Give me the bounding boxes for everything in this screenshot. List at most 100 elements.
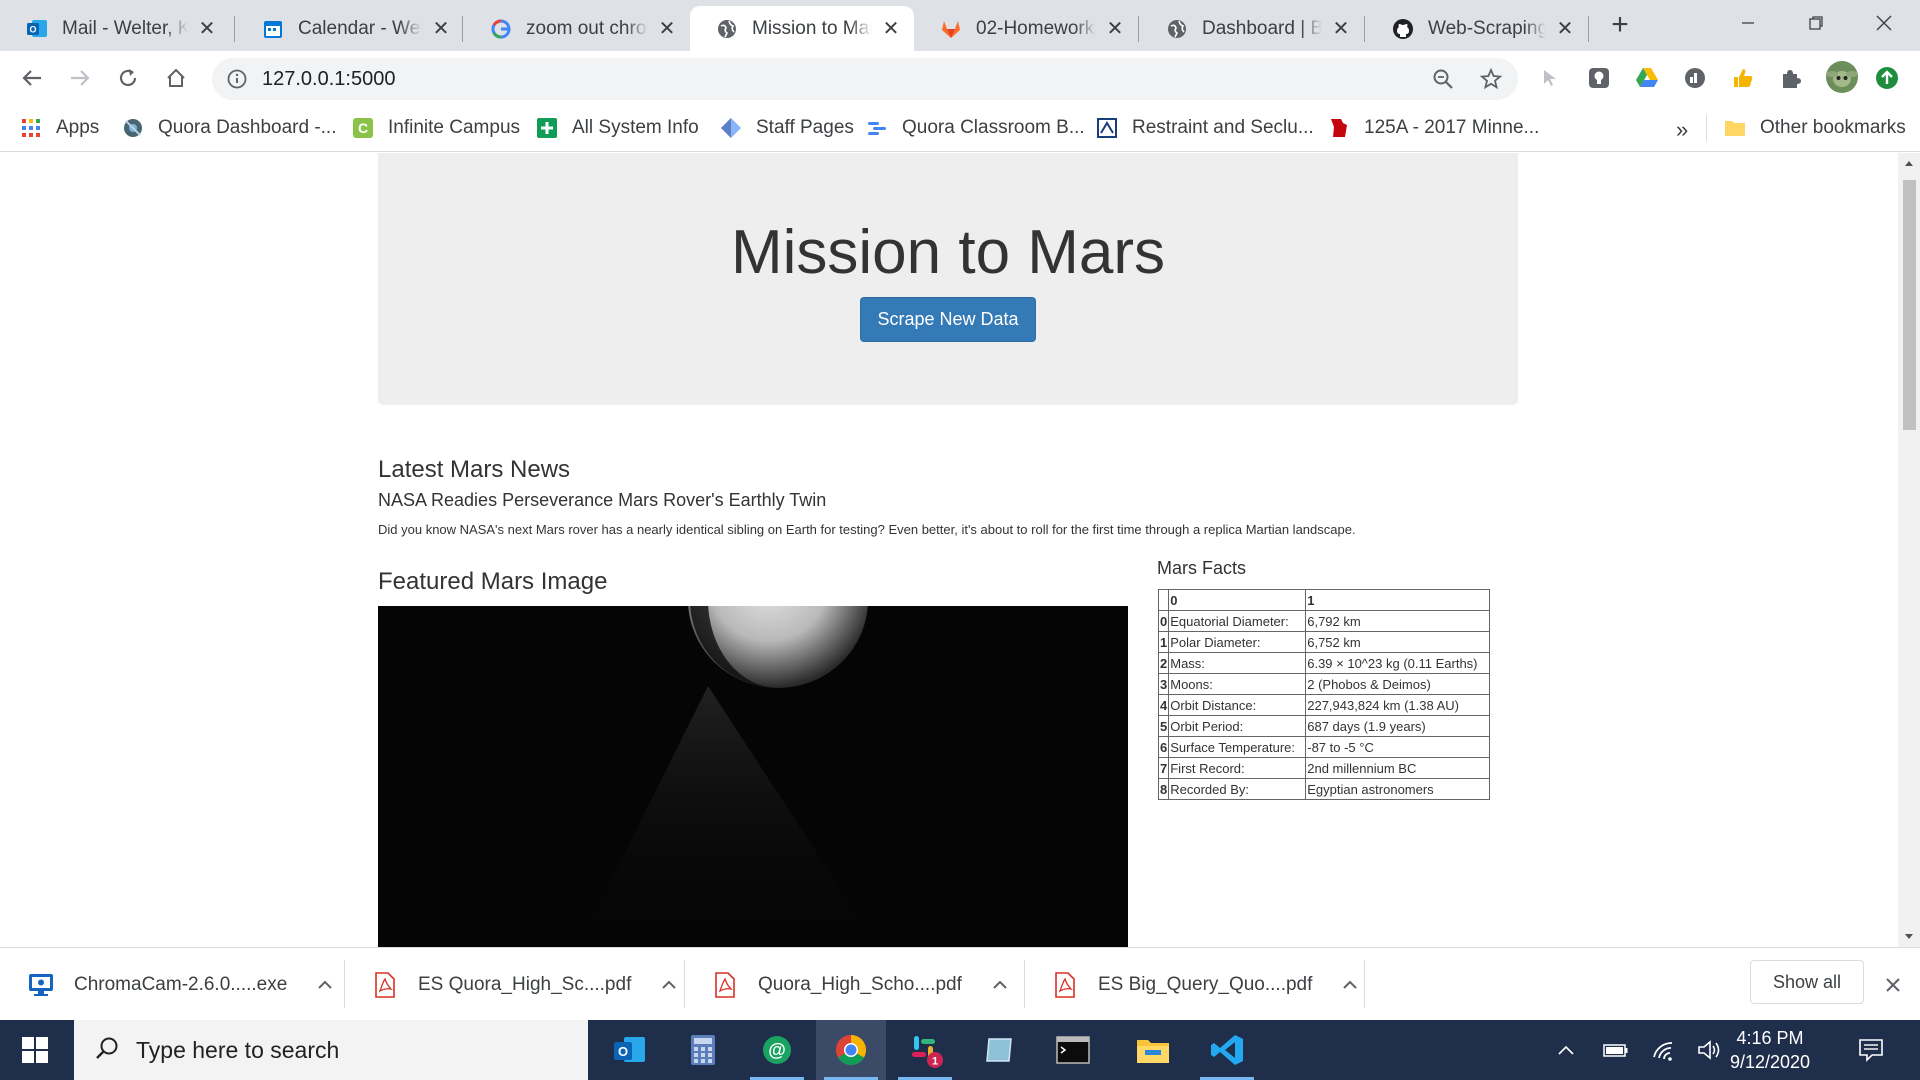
chevron-up-icon[interactable] [315, 975, 335, 995]
update-icon[interactable] [1874, 65, 1900, 91]
row-index: 1 [1157, 631, 1170, 653]
fact-label: Recorded By: [1168, 778, 1307, 800]
vscode-taskbar-icon[interactable] [1192, 1020, 1262, 1080]
slack-taskbar-icon[interactable]: 1 [890, 1020, 960, 1080]
chrome-taskbar-icon[interactable] [816, 1020, 886, 1080]
puzzle-extensions-icon[interactable] [1778, 65, 1804, 91]
email-at-taskbar-icon[interactable]: @ [742, 1020, 812, 1080]
bookmark-label: Staff Pages [756, 117, 854, 138]
restore-icon[interactable] [1796, 8, 1836, 38]
bookmark-staff-pages[interactable]: Staff Pages [720, 114, 854, 142]
scroll-up-icon[interactable] [1898, 153, 1920, 173]
extension-lightbulb-icon[interactable] [1586, 65, 1612, 91]
google-drive-icon[interactable] [1634, 65, 1660, 91]
zoom-icon[interactable] [1430, 66, 1456, 92]
fact-value: 6,752 km [1305, 631, 1491, 653]
tab-mail[interactable]: O Mail - Welter, Ka ✕ [0, 6, 230, 51]
bookmark-all-system-info[interactable]: All System Info [536, 114, 699, 142]
extension-chart-icon[interactable] [1682, 65, 1708, 91]
github-icon [1392, 18, 1414, 40]
divider [344, 960, 345, 1008]
svg-text:C: C [358, 120, 368, 136]
close-icon[interactable]: ✕ [1104, 18, 1126, 40]
download-item[interactable]: Quora_High_Scho....pdf [712, 948, 1010, 1021]
bookmark-minnesota-statutes[interactable]: 125A - 2017 Minne... [1328, 114, 1539, 142]
close-icon[interactable]: ✕ [880, 18, 902, 40]
page-viewport: Mission to Mars Scrape New Data Latest M… [0, 153, 1898, 947]
bookmark-restraint-seclusion[interactable]: Restraint and Seclu... [1096, 114, 1314, 142]
bookmark-other-bookmarks[interactable]: Other bookmarks [1724, 114, 1906, 142]
bookmark-infinite-campus[interactable]: C Infinite Campus [352, 114, 520, 142]
tab-dashboard[interactable]: Dashboard | Bo ✕ [1140, 6, 1364, 51]
address-bar[interactable]: 127.0.0.1:5000 [212, 58, 1518, 100]
fact-value: 2nd millennium BC [1305, 757, 1491, 779]
close-window-icon[interactable] [1864, 8, 1904, 38]
download-filename: ES Big_Query_Quo....pdf [1098, 973, 1313, 995]
svg-text:O: O [618, 1044, 628, 1059]
show-all-downloads-button[interactable]: Show all [1750, 960, 1864, 1004]
action-center-icon[interactable] [1855, 1034, 1887, 1066]
scroll-down-icon[interactable] [1898, 927, 1920, 947]
url-text[interactable]: 127.0.0.1:5000 [262, 68, 395, 91]
tab-gitlab-homework[interactable]: 02-Homework/ ✕ [914, 6, 1138, 51]
tab-mission-to-mars[interactable]: Mission to Mars ✕ [690, 6, 914, 51]
tab-github-web-scraping[interactable]: Web-Scraping- ✕ [1366, 6, 1588, 51]
close-icon[interactable]: ✕ [656, 18, 678, 40]
forward-icon[interactable] [62, 60, 98, 96]
bookmark-label: Quora Classroom B... [902, 117, 1085, 138]
bookmark-label: Quora Dashboard -... [158, 117, 337, 138]
back-icon[interactable] [14, 60, 50, 96]
reload-icon[interactable] [110, 60, 146, 96]
tab-calendar[interactable]: Calendar - Welte ✕ [236, 6, 464, 51]
fact-label: Orbit Distance: [1168, 694, 1307, 716]
tab-google-search[interactable]: zoom out chron ✕ [464, 6, 690, 51]
taskbar-search-input[interactable]: Type here to search [74, 1020, 588, 1080]
download-item[interactable]: ES Quora_High_Sc....pdf [372, 948, 679, 1021]
bookmark-apps[interactable]: Apps [20, 114, 99, 142]
tab-separator [462, 16, 463, 42]
new-tab-button[interactable]: + [1604, 10, 1636, 42]
bookmark-quora-classroom[interactable]: Quora Classroom B... [866, 114, 1085, 142]
minimize-icon[interactable] [1728, 8, 1768, 38]
download-item[interactable]: ES Big_Query_Quo....pdf [1052, 948, 1360, 1021]
battery-icon[interactable] [1602, 1036, 1630, 1064]
table-row: 1 Polar Diameter: 6,752 km [1157, 631, 1491, 653]
chevron-up-icon[interactable] [659, 975, 679, 995]
close-icon[interactable]: ✕ [1554, 18, 1576, 40]
outlook-taskbar-icon[interactable]: O [594, 1020, 664, 1080]
chevron-up-icon[interactable] [1552, 1036, 1580, 1064]
fact-label: Polar Diameter: [1168, 631, 1307, 653]
close-icon[interactable] [1880, 972, 1906, 998]
table-row: 4 Orbit Distance: 227,943,824 km (1.38 AU) [1157, 694, 1491, 716]
bookmark-quora-dashboard[interactable]: Quora Dashboard -... [122, 114, 336, 142]
star-icon[interactable] [1478, 66, 1504, 92]
notes-taskbar-icon[interactable] [964, 1020, 1034, 1080]
download-item[interactable]: ChromaCam-2.6.0.....exe [28, 948, 335, 1021]
scrollbar-thumb[interactable] [1903, 180, 1916, 430]
scrape-new-data-button[interactable]: Scrape New Data [860, 297, 1036, 342]
chevron-up-icon[interactable] [1340, 975, 1360, 995]
wifi-icon[interactable] [1650, 1036, 1678, 1064]
row-index: 2 [1157, 652, 1170, 674]
close-icon[interactable]: ✕ [1330, 18, 1352, 40]
extension-cursor-icon[interactable] [1538, 65, 1564, 91]
info-icon[interactable] [226, 68, 248, 95]
bookmarks-overflow-button[interactable]: » [1676, 117, 1688, 143]
avatar[interactable] [1826, 61, 1858, 93]
page-scrollbar[interactable] [1898, 153, 1920, 947]
featured-image-heading: Featured Mars Image [378, 568, 608, 595]
calculator-taskbar-icon[interactable] [668, 1020, 738, 1080]
windows-start-icon[interactable] [0, 1020, 70, 1080]
close-icon[interactable]: ✕ [430, 18, 452, 40]
close-icon[interactable]: ✕ [196, 18, 218, 40]
chevron-up-icon[interactable] [990, 975, 1010, 995]
search-icon [94, 1035, 120, 1066]
home-icon[interactable] [158, 60, 194, 96]
file-explorer-taskbar-icon[interactable] [1118, 1020, 1188, 1080]
globe-icon [716, 18, 738, 40]
thumbs-up-icon[interactable] [1730, 65, 1756, 91]
volume-icon[interactable] [1696, 1036, 1724, 1064]
terminal-taskbar-icon[interactable] [1038, 1020, 1108, 1080]
installer-icon [28, 972, 54, 998]
taskbar-clock[interactable]: 4:16 PM 9/12/2020 [1722, 1026, 1818, 1074]
